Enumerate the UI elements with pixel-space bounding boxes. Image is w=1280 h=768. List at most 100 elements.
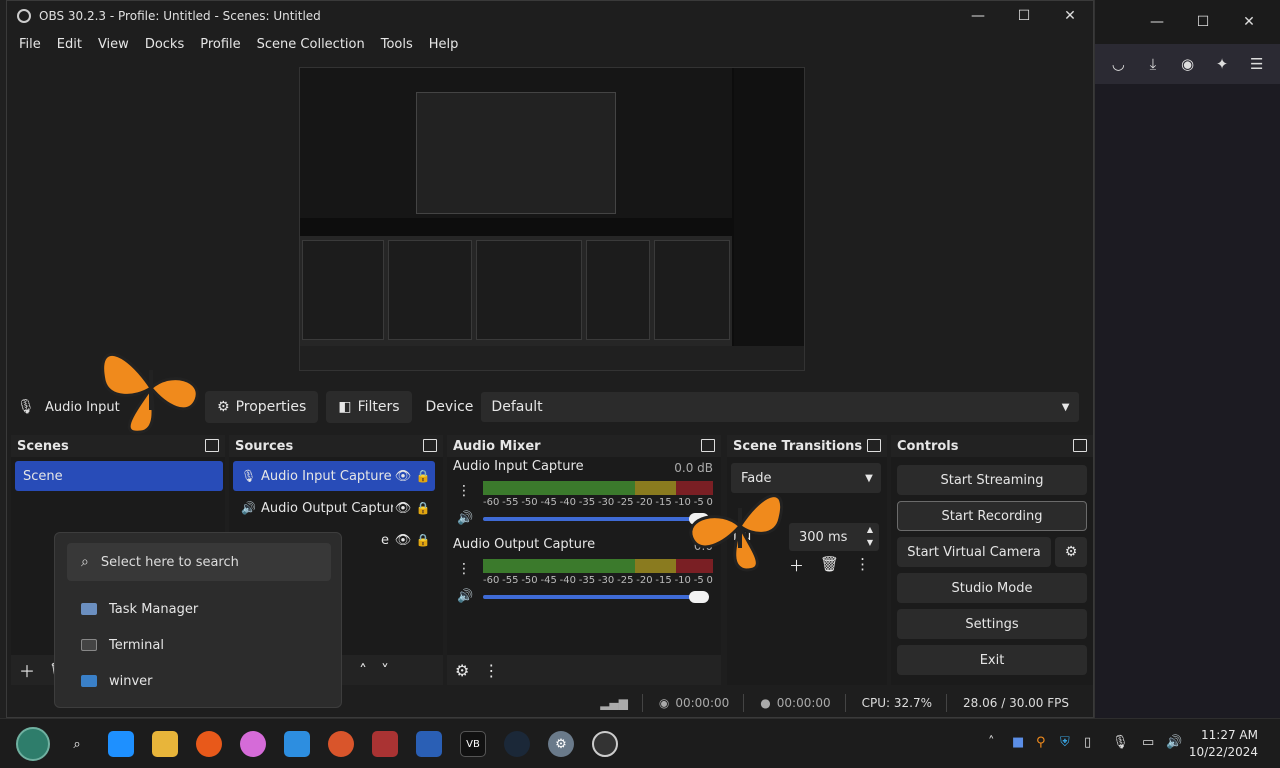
- start-recording-button[interactable]: Start Recording: [897, 501, 1087, 531]
- kebab-menu-icon[interactable]: ⋮: [457, 483, 471, 499]
- speaker-icon[interactable]: 🔊: [457, 511, 473, 526]
- popup-item[interactable]: Terminal: [81, 633, 164, 657]
- kebab-menu-icon[interactable]: ⋮: [483, 661, 499, 680]
- extensions-icon[interactable]: ✦: [1208, 55, 1236, 73]
- menu-icon[interactable]: ☰: [1243, 55, 1271, 73]
- task-view-icon[interactable]: [108, 731, 134, 757]
- security-icon[interactable]: ⛨: [1060, 735, 1070, 750]
- menu-edit[interactable]: Edit: [49, 37, 90, 52]
- move-up-icon[interactable]: ˄: [359, 661, 367, 680]
- add-transition-icon[interactable]: ＋: [789, 555, 804, 576]
- settings-button[interactable]: Settings: [897, 609, 1087, 639]
- audio-mixer-header: Audio Mixer: [447, 435, 721, 457]
- app-icon[interactable]: [328, 731, 354, 757]
- menu-tools[interactable]: Tools: [373, 37, 421, 52]
- eye-icon[interactable]: 👁: [393, 501, 413, 516]
- volume-knob[interactable]: [689, 591, 709, 603]
- teams-icon[interactable]: ■: [1012, 735, 1024, 750]
- gear-icon: ⚙: [1064, 544, 1078, 560]
- volume-icon[interactable]: 🔊: [1166, 735, 1182, 750]
- search-input[interactable]: ⌕ Select here to search: [67, 543, 331, 581]
- start-button[interactable]: [16, 727, 50, 761]
- virtualbox-icon[interactable]: VB: [460, 731, 486, 757]
- archive-icon[interactable]: [372, 731, 398, 757]
- network-icon[interactable]: ▭: [1142, 735, 1154, 750]
- eye-icon[interactable]: 👁: [393, 533, 413, 548]
- source-row[interactable]: 🔊 Audio Output Captur 👁 🔒: [233, 493, 435, 523]
- lock-icon[interactable]: 🔒: [413, 501, 433, 515]
- device-select[interactable]: Default ▼: [481, 392, 1080, 422]
- scene-item[interactable]: Scene: [15, 461, 223, 491]
- music-icon[interactable]: [240, 731, 266, 757]
- source-row[interactable]: 🎙 Audio Input Capture 👁 🔒: [233, 461, 435, 491]
- speaker-icon[interactable]: 🔊: [457, 589, 473, 604]
- undock-icon[interactable]: [867, 439, 881, 452]
- exit-button[interactable]: Exit: [897, 645, 1087, 675]
- browser-close-icon[interactable]: ✕: [1226, 14, 1272, 30]
- minimize-button[interactable]: —: [955, 8, 1001, 24]
- obs-icon[interactable]: [592, 731, 618, 757]
- properties-button[interactable]: ⚙ Properties: [205, 391, 319, 423]
- kebab-menu-icon[interactable]: ⋮: [855, 555, 870, 576]
- store-icon[interactable]: [284, 731, 310, 757]
- controls-title: Controls: [897, 438, 959, 454]
- preview-area: [7, 57, 1093, 379]
- menu-profile[interactable]: Profile: [192, 37, 248, 52]
- app-icon[interactable]: [416, 731, 442, 757]
- download-icon[interactable]: ⤓: [1139, 55, 1167, 73]
- account-icon[interactable]: ◉: [1173, 55, 1201, 73]
- meter-tick-label: -5: [693, 575, 704, 586]
- browser-maximize-icon[interactable]: ☐: [1180, 14, 1226, 30]
- close-button[interactable]: ✕: [1047, 8, 1093, 24]
- add-scene-icon[interactable]: ＋: [19, 658, 35, 682]
- delete-transition-icon[interactable]: 🗑: [820, 555, 839, 576]
- menu-scene-collection[interactable]: Scene Collection: [249, 37, 373, 52]
- kebab-menu-icon[interactable]: ⋮: [457, 561, 471, 577]
- channel-db: 0.0 dB: [674, 461, 713, 475]
- meter-tick-label: -55: [502, 575, 519, 586]
- device-value: Default: [491, 399, 543, 415]
- lock-icon[interactable]: 🔒: [413, 533, 433, 547]
- usb-icon[interactable]: ▯: [1084, 735, 1091, 750]
- search-tray-icon[interactable]: ⚲: [1036, 735, 1046, 750]
- virtual-camera-settings-button[interactable]: ⚙: [1055, 537, 1087, 567]
- lock-icon[interactable]: 🔒: [413, 469, 433, 483]
- menu-view[interactable]: View: [90, 37, 137, 52]
- move-down-icon[interactable]: ˅: [381, 661, 389, 680]
- eye-icon[interactable]: 👁: [393, 469, 413, 484]
- studio-mode-button[interactable]: Studio Mode: [897, 573, 1087, 603]
- maximize-button[interactable]: ☐: [1001, 8, 1047, 24]
- clock[interactable]: 11:27 AM 10/22/2024: [1189, 727, 1258, 761]
- pocket-icon[interactable]: ◡: [1104, 55, 1132, 73]
- popup-item[interactable]: winver: [81, 669, 153, 693]
- undock-icon[interactable]: [1073, 439, 1087, 452]
- preview-nested-docks: [300, 236, 732, 346]
- browser-minimize-icon[interactable]: —: [1134, 14, 1180, 30]
- volume-slider[interactable]: [483, 513, 709, 525]
- start-streaming-button[interactable]: Start Streaming: [897, 465, 1087, 495]
- file-explorer-icon[interactable]: [152, 731, 178, 757]
- chevron-up-icon[interactable]: ˄: [988, 735, 995, 750]
- undock-icon[interactable]: [205, 439, 219, 452]
- meter-tick-label: -35: [578, 497, 596, 508]
- start-virtual-camera-button[interactable]: Start Virtual Camera: [897, 537, 1051, 567]
- duration-stepper[interactable]: ▲ ▼: [861, 523, 879, 549]
- menu-help[interactable]: Help: [421, 37, 467, 52]
- titlebar: OBS 30.2.3 - Profile: Untitled - Scenes:…: [7, 1, 1093, 31]
- meter-ticks: -60 -55 -50 -45 -40 -35 -30 -25 -20 -15 -10 -5 0: [483, 497, 713, 508]
- steam-icon[interactable]: [504, 731, 530, 757]
- firefox-icon[interactable]: [196, 731, 222, 757]
- microphone-tray-icon[interactable]: 🎙: [1112, 735, 1129, 750]
- undock-icon[interactable]: [423, 439, 437, 452]
- menu-docks[interactable]: Docks: [137, 37, 192, 52]
- preview-canvas[interactable]: [299, 67, 805, 371]
- filters-button[interactable]: ◧ Filters: [326, 391, 412, 423]
- search-icon[interactable]: ⌕: [64, 731, 90, 757]
- menu-file[interactable]: File: [11, 37, 49, 52]
- undock-icon[interactable]: [701, 439, 715, 452]
- volume-slider[interactable]: [483, 591, 709, 603]
- settings-icon[interactable]: ⚙: [548, 731, 574, 757]
- popup-item[interactable]: Task Manager: [81, 597, 198, 621]
- gear-icon[interactable]: ⚙: [455, 661, 469, 680]
- meter-tick-label: -55: [502, 497, 519, 508]
